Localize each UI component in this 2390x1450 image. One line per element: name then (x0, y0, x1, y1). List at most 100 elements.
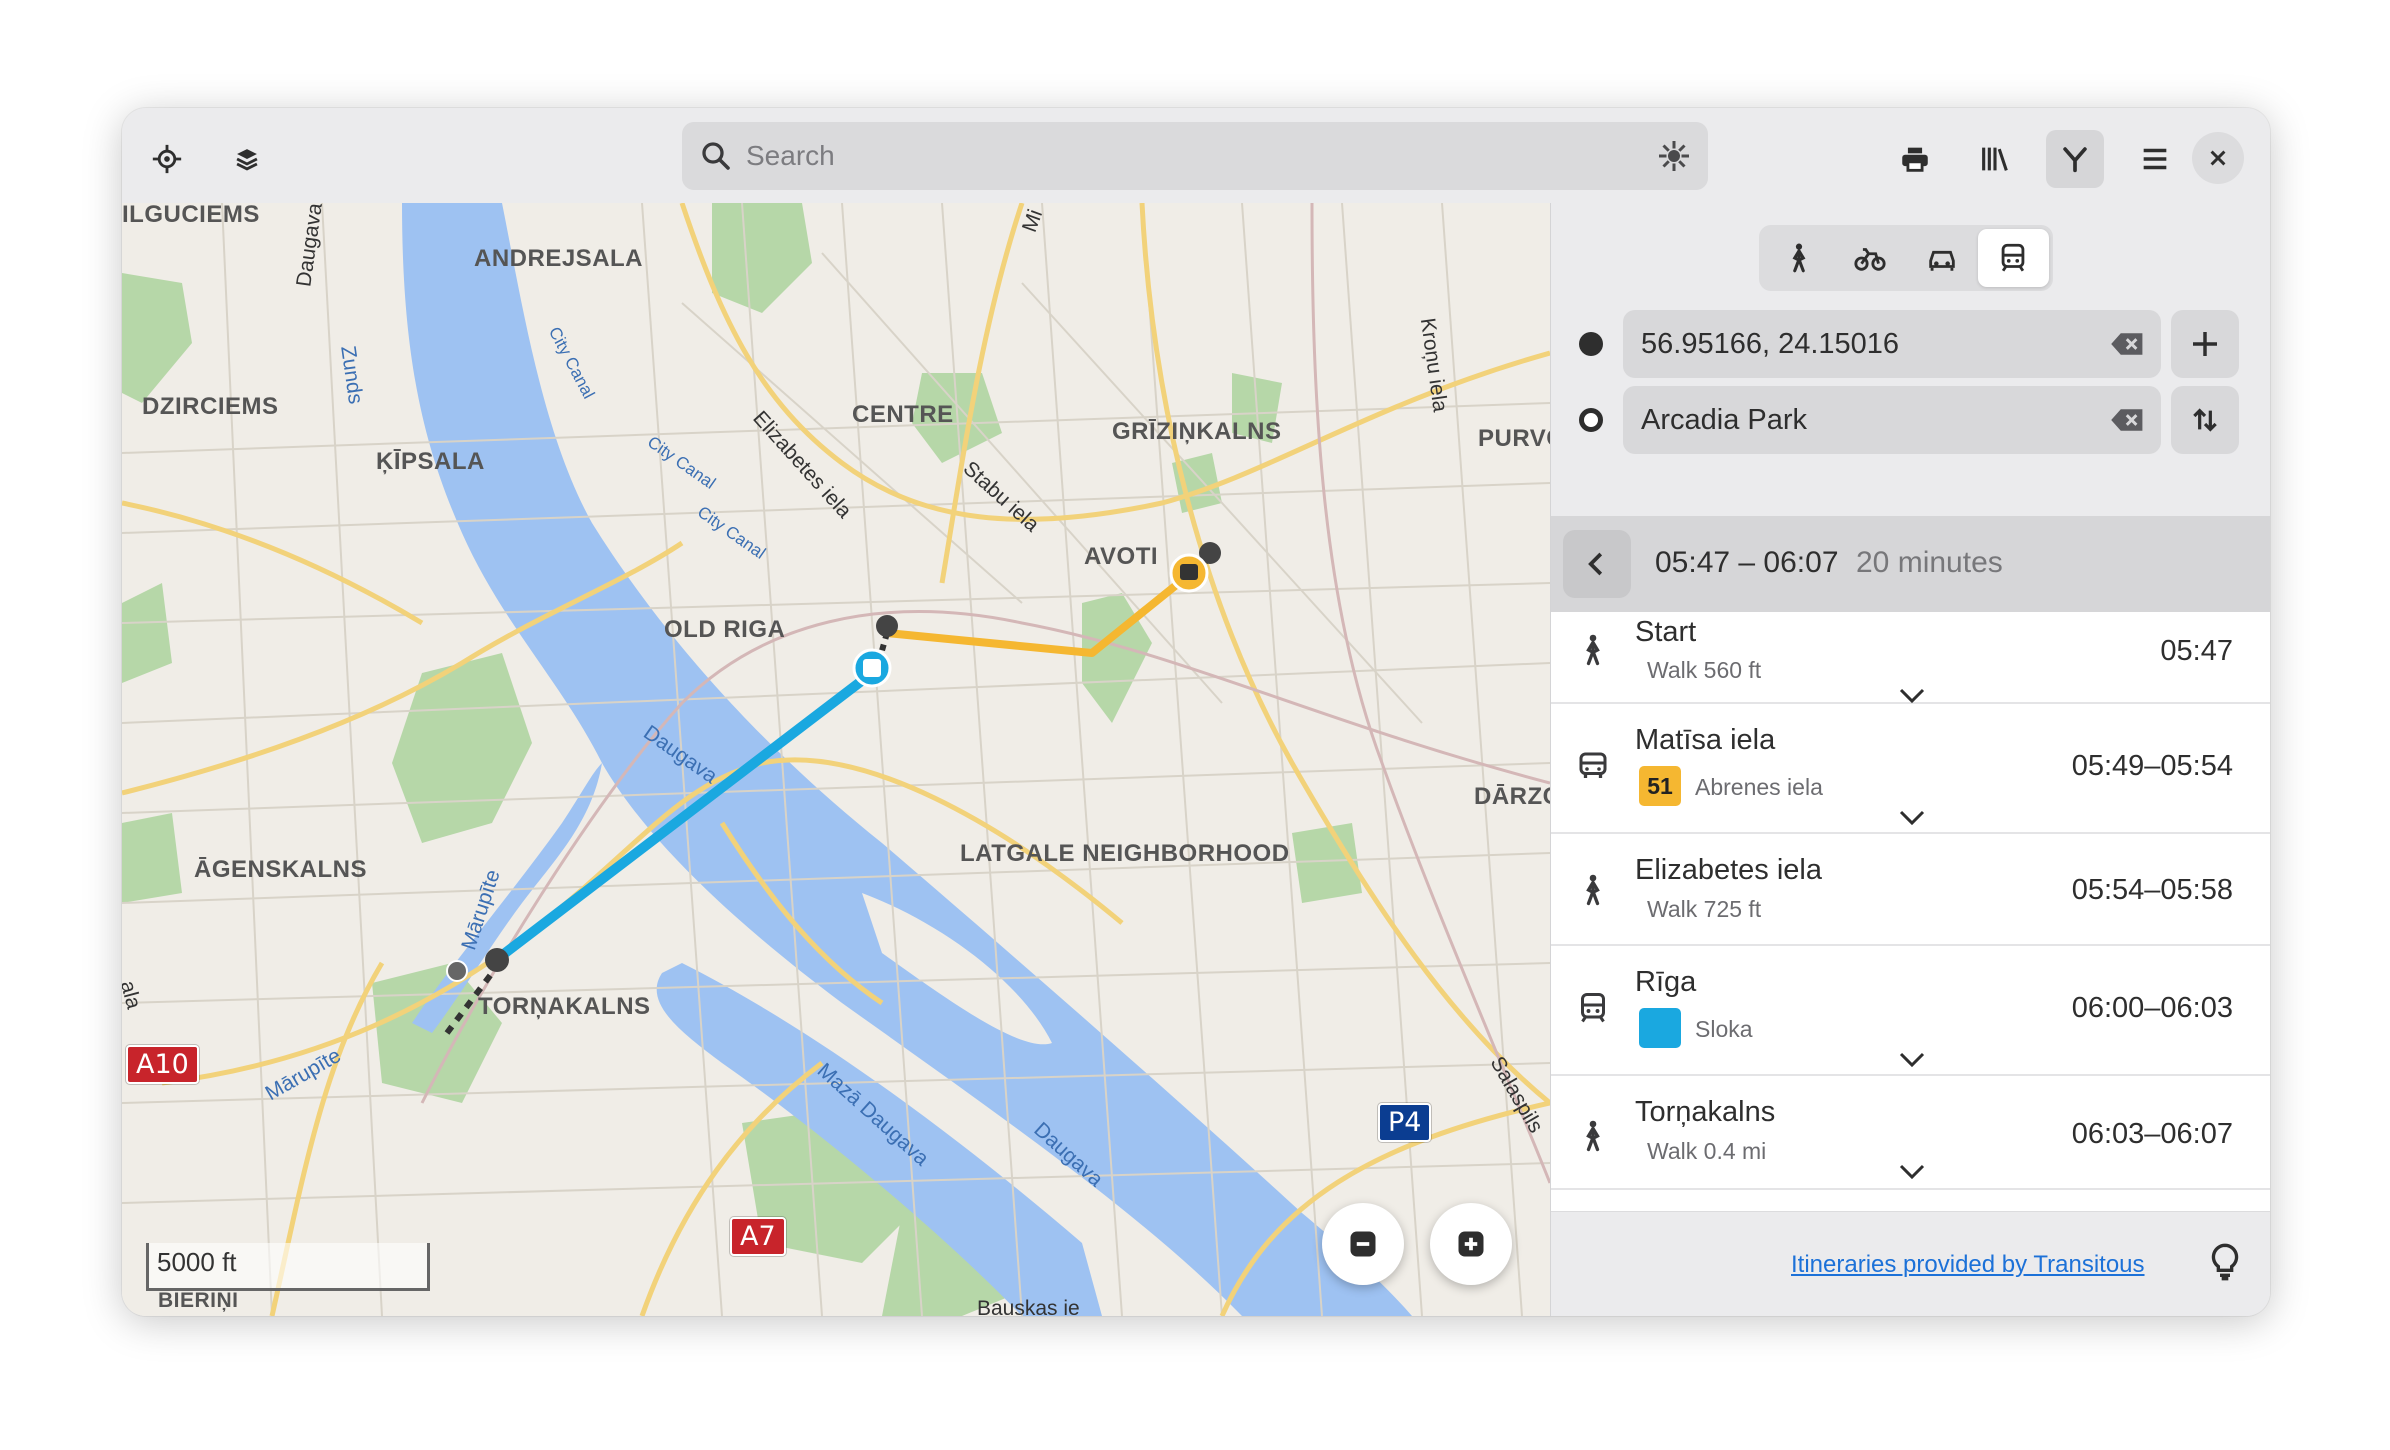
map-base (122, 203, 1550, 1316)
leg-row[interactable]: Torņakalns Walk 0.4 mi 06:03–06:07 (1551, 1076, 2270, 1190)
leg-time: 06:00–06:03 (2071, 992, 2233, 1024)
scale-bar: 5000 ft (146, 1243, 430, 1291)
maps-window: Search ILGUCIEMS ANDREJSALA DZIRCIEMS ĶĪ… (122, 108, 2270, 1316)
walk-icon (1586, 874, 1600, 906)
back-button[interactable] (1563, 530, 1631, 598)
route-sidebar: 56.95166, 24.15016 Arcadia Park 05:47 – … (1550, 203, 2270, 1316)
clear-origin-icon[interactable] (2111, 332, 2145, 356)
walk-icon (1586, 1120, 1600, 1152)
route-name: Sloka (1695, 1016, 1753, 1042)
walk-icon (1586, 634, 1600, 666)
leg-time: 06:03–06:07 (2071, 1118, 2233, 1150)
sidebar-footer: Itineraries provided by Transitous (1551, 1211, 2270, 1316)
close-button[interactable] (2192, 132, 2244, 184)
swap-icon (2193, 408, 2217, 432)
chevron-left-icon (1588, 552, 1603, 576)
zoom-in-button[interactable] (1430, 1203, 1512, 1285)
swap-button[interactable] (2171, 386, 2239, 454)
itinerary-duration: 20 minutes (1856, 546, 2003, 579)
bike-icon (1854, 248, 1886, 271)
mode-bike-button[interactable] (1835, 229, 1907, 287)
search-icon (702, 142, 730, 170)
map-label-tornakalns: TORŅAKALNS (478, 993, 651, 1020)
itinerary-legs: Start Walk 560 ft 05:47 Matīsa iela 51 A… (1551, 612, 2270, 1212)
map-view[interactable]: ILGUCIEMS ANDREJSALA DZIRCIEMS ĶĪPSALA C… (122, 203, 1550, 1316)
zoom-in-icon (1458, 1231, 1484, 1257)
locate-icon (152, 144, 182, 174)
map-label-grizinkalns: GRĪZIŅKALNS (1112, 418, 1282, 445)
header-bar: Search (122, 108, 2270, 204)
map-label-old-riga: OLD RIGA (664, 616, 786, 643)
origin-value: 56.95166, 24.15016 (1641, 328, 1900, 360)
leg-time: 05:47 (2160, 635, 2233, 667)
itinerary-time-range: 05:47 – 06:07 (1655, 546, 1839, 579)
chevron-down-icon[interactable] (1897, 1050, 1927, 1070)
leg-subtitle: Walk 560 ft (1647, 657, 1762, 683)
train-icon (1581, 993, 1605, 1023)
library-button[interactable] (1966, 130, 2024, 188)
road-label-bauskas: Bauskas ie (977, 1297, 1080, 1316)
route-badge: 51 (1639, 766, 1681, 806)
layers-button[interactable] (218, 130, 276, 188)
map-label-centre: CENTRE (852, 401, 954, 428)
car-icon (1929, 250, 1955, 271)
menu-icon (2143, 148, 2167, 170)
mode-car-button[interactable] (1906, 229, 1978, 287)
map-label-latgale: LATGALE NEIGHBORHOOD (960, 840, 1290, 867)
map-label-avoti: AVOTI (1084, 543, 1159, 570)
chevron-down-icon[interactable] (1897, 686, 1927, 706)
leg-row[interactable]: Rīga Sloka 06:00–06:03 (1551, 946, 2270, 1076)
search-placeholder: Search (746, 140, 835, 171)
leg-title: Elizabetes iela (1635, 854, 1822, 886)
leg-time: 05:54–05:58 (2071, 874, 2233, 906)
route-icon (2063, 147, 2087, 173)
destination-dot-icon (1579, 408, 1603, 432)
leg-row[interactable]: Matīsa iela 51 Abrenes iela 05:49–05:54 (1551, 704, 2270, 834)
origin-field[interactable]: 56.95166, 24.15016 (1623, 310, 2161, 378)
map-label-darzc: DĀRZC (1474, 783, 1550, 810)
search-field[interactable]: Search (682, 122, 1708, 190)
bus-icon (1579, 752, 1607, 778)
leg-title: Torņakalns (1635, 1096, 1776, 1128)
lightbulb-icon[interactable] (2205, 1242, 2245, 1282)
destination-field[interactable]: Arcadia Park (1623, 386, 2161, 454)
leg-subtitle: Walk 0.4 mi (1647, 1138, 1767, 1164)
map-label-dzirciems: DZIRCIEMS (142, 393, 279, 420)
map-label-ilguciems: ILGUCIEMS (122, 203, 260, 228)
sparkle-icon[interactable] (1656, 138, 1692, 174)
leg-row[interactable]: Elizabetes iela Walk 725 ft 05:54–05:58 (1551, 834, 2270, 946)
print-icon (1902, 147, 1928, 172)
leg-title: Start (1635, 616, 1697, 648)
leg-title: Rīga (1635, 966, 1697, 998)
mode-transit-button[interactable] (1977, 229, 2049, 287)
transport-mode-switcher (1759, 225, 2053, 291)
map-label-purvc: PURVC (1478, 425, 1550, 452)
walk-icon (1792, 243, 1806, 273)
close-icon (2210, 150, 2226, 166)
leg-time: 05:49–05:54 (2071, 750, 2233, 782)
itinerary-header: 05:47 – 06:07 20 minutes (1551, 516, 2270, 612)
plus-icon (2193, 332, 2217, 356)
origin-dot-icon (1579, 332, 1603, 356)
map-label-kipsala: ĶĪPSALA (376, 448, 485, 475)
chevron-down-icon[interactable] (1897, 1162, 1927, 1182)
add-stop-button[interactable] (2171, 310, 2239, 378)
print-button[interactable] (1886, 130, 1944, 188)
route-button[interactable] (2046, 130, 2104, 188)
clear-destination-icon[interactable] (2111, 408, 2145, 432)
mode-walk-button[interactable] (1763, 229, 1835, 287)
map-label-agenskalns: ĀGENSKALNS (194, 856, 368, 883)
road-shield-a7: A7 (730, 1217, 786, 1256)
menu-button[interactable] (2126, 130, 2184, 188)
chevron-down-icon[interactable] (1897, 808, 1927, 828)
locate-button[interactable] (138, 130, 196, 188)
transitous-link[interactable]: Itineraries provided by Transitous (1791, 1251, 2145, 1279)
road-shield-p4: P4 (1378, 1103, 1432, 1142)
leg-subtitle: Walk 725 ft (1647, 896, 1762, 922)
destination-row: Arcadia Park (1551, 386, 2270, 454)
zoom-out-button[interactable] (1322, 1203, 1404, 1285)
transit-icon (2001, 243, 2025, 272)
route-name: Abrenes iela (1695, 774, 1823, 800)
leg-row[interactable]: Start Walk 560 ft 05:47 (1551, 612, 2270, 704)
map-label-andrejsala: ANDREJSALA (474, 245, 644, 272)
